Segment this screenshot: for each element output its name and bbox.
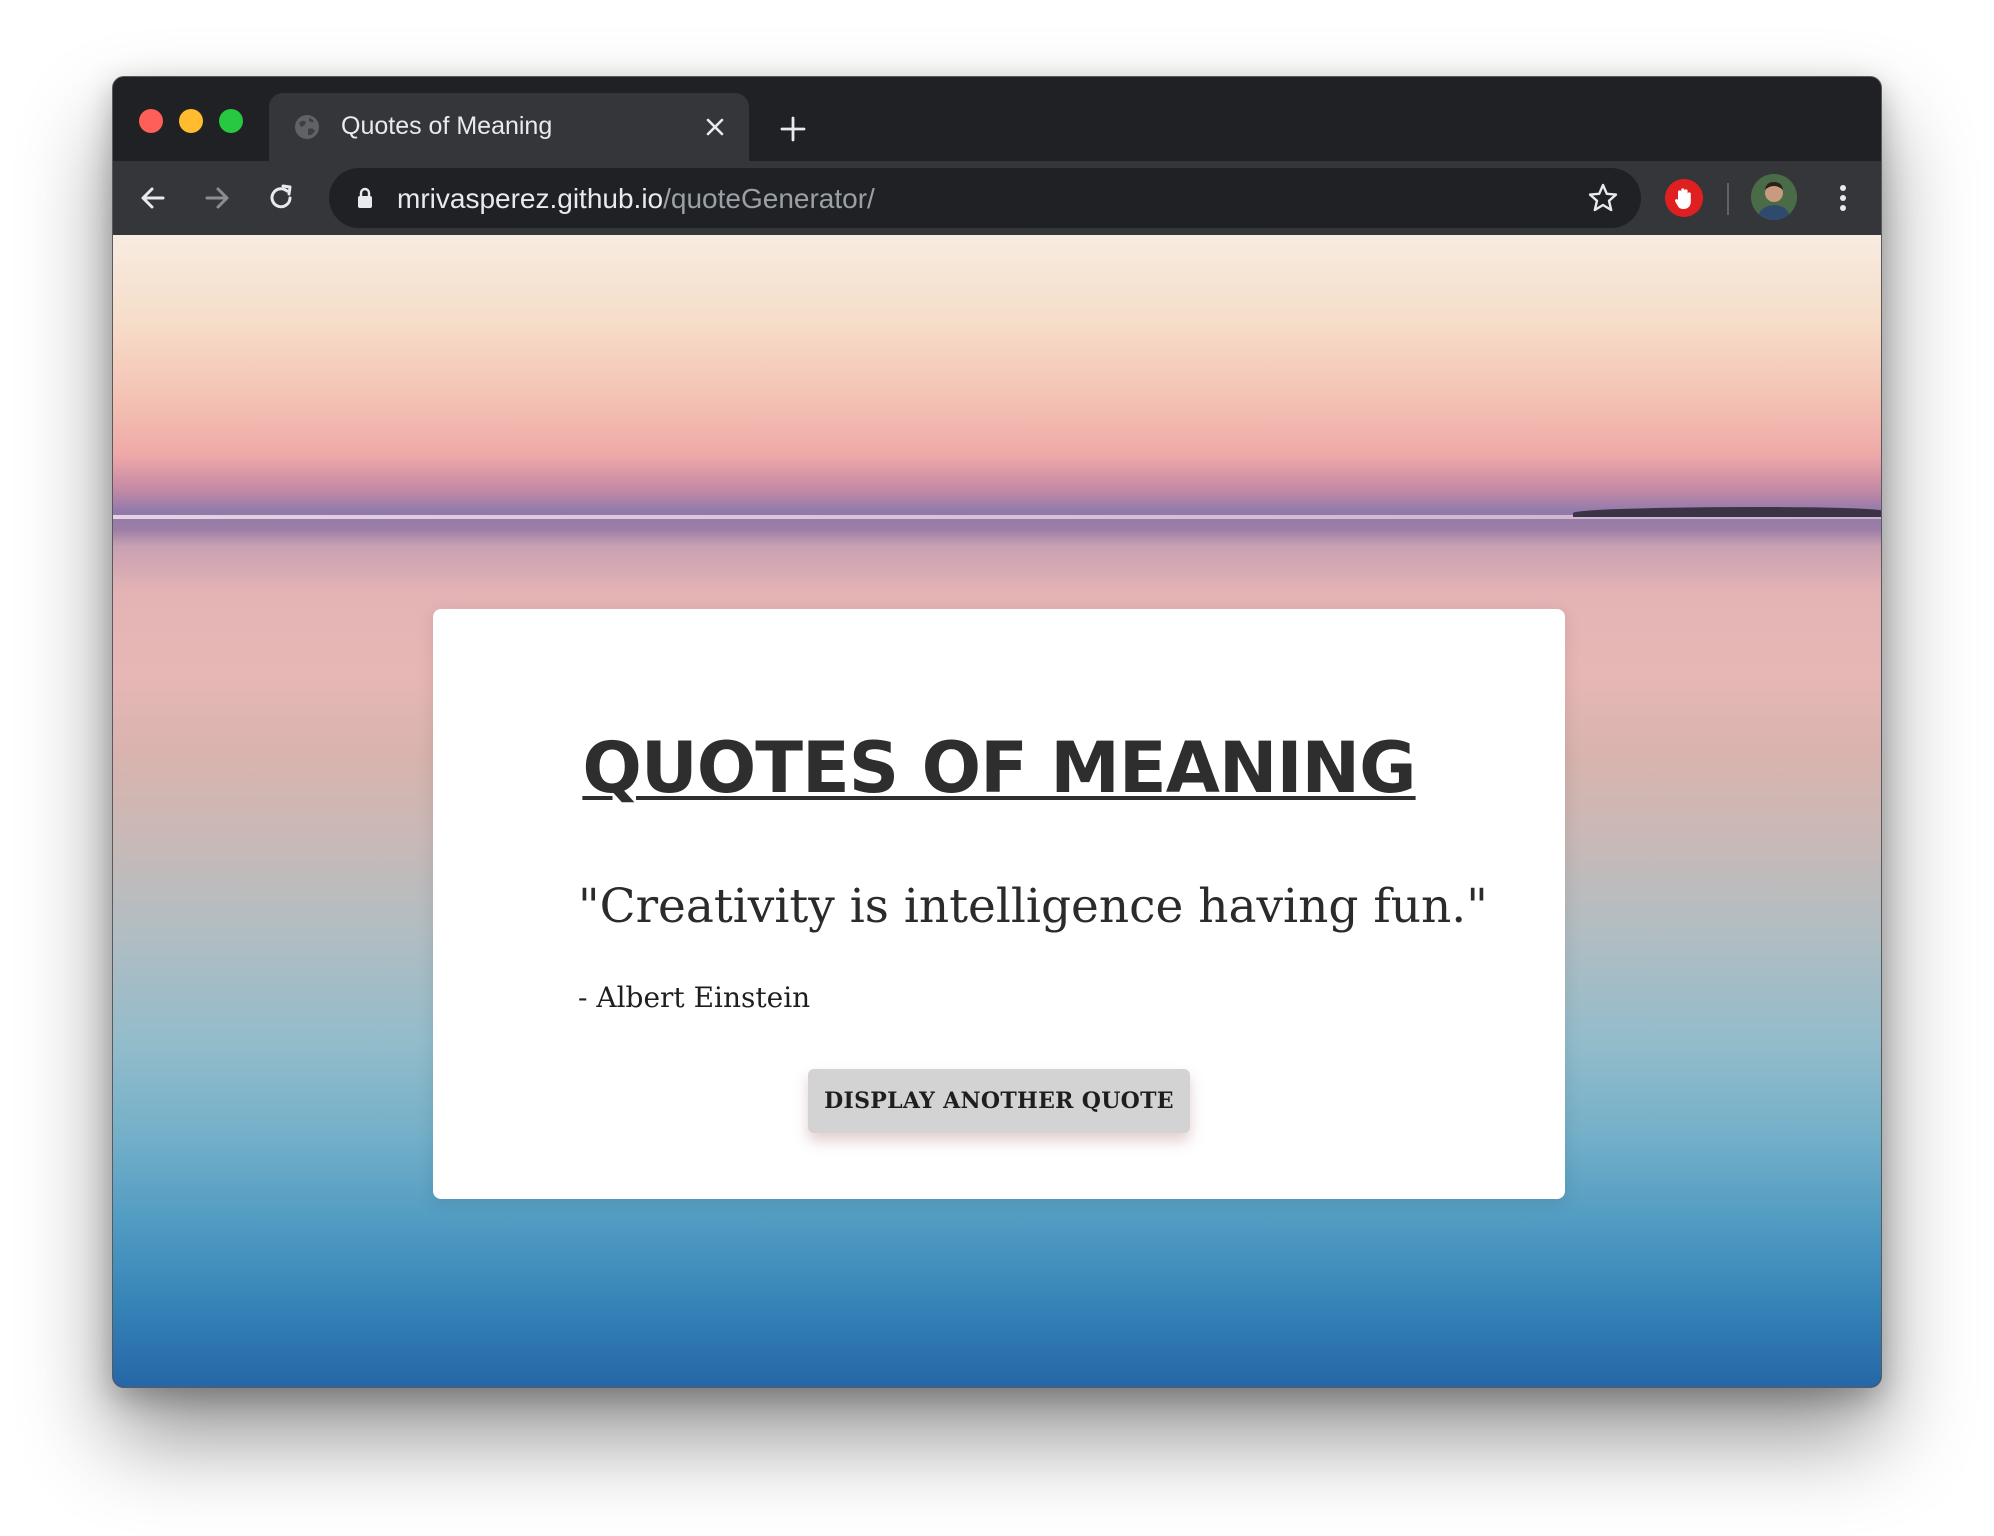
background-island (1573, 507, 1881, 517)
maximize-window-button[interactable] (219, 109, 243, 133)
quote-author: - Albert Einstein (578, 981, 811, 1014)
url-host: mrivasperez.github.io (397, 183, 664, 214)
lock-icon[interactable] (353, 185, 377, 211)
arrow-left-icon[interactable] (135, 180, 171, 216)
kebab-menu-icon[interactable] (1825, 180, 1861, 216)
plus-icon[interactable] (777, 113, 809, 145)
stop-hand-icon[interactable] (1665, 179, 1703, 217)
tab-title: Quotes of Meaning (341, 112, 553, 140)
quote-text: "Creativity is intelligence having fun." (578, 879, 1488, 934)
close-window-button[interactable] (139, 109, 163, 133)
reload-icon[interactable] (263, 180, 299, 216)
display-another-quote-button[interactable]: DISPLAY ANOTHER QUOTE (808, 1069, 1190, 1133)
minimize-window-button[interactable] (179, 109, 203, 133)
close-icon[interactable] (701, 113, 729, 141)
star-icon[interactable] (1587, 182, 1619, 214)
browser-window: Quotes of Meaning mrivasperez.github.io/… (112, 76, 1882, 1388)
tab-active[interactable]: Quotes of Meaning (269, 93, 749, 161)
tab-strip: Quotes of Meaning (113, 77, 1881, 161)
url-path: /quoteGenerator/ (663, 183, 875, 214)
globe-icon (295, 115, 319, 139)
url-text[interactable]: mrivasperez.github.io/quoteGenerator/ (397, 183, 875, 215)
page-viewport: QUOTES OF MEANING "Creativity is intelli… (113, 235, 1881, 1387)
address-bar[interactable]: mrivasperez.github.io/quoteGenerator/ (329, 168, 1641, 228)
quote-card: QUOTES OF MEANING "Creativity is intelli… (433, 609, 1565, 1199)
arrow-right-icon[interactable] (199, 180, 235, 216)
browser-toolbar: mrivasperez.github.io/quoteGenerator/ (113, 161, 1881, 235)
toolbar-divider (1727, 183, 1729, 215)
avatar[interactable] (1751, 174, 1797, 220)
avatar-image (1751, 174, 1797, 220)
page-title: QUOTES OF MEANING (582, 727, 1416, 809)
